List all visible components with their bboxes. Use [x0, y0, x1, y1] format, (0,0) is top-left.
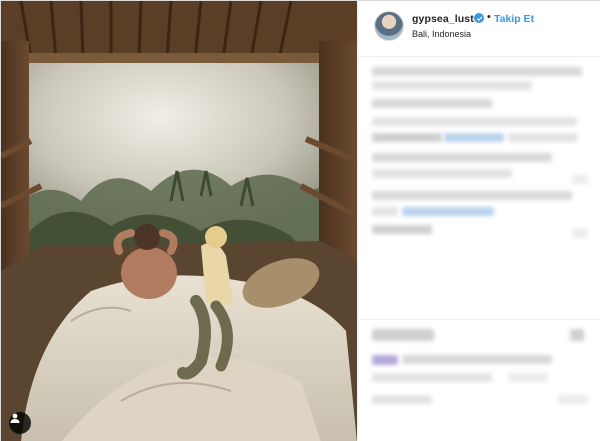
blurred-line: [372, 99, 492, 108]
separator-dot: •: [487, 11, 491, 23]
instagram-post: gypsea_lust • Takip Et Bali, Indonesia: [0, 0, 600, 441]
blurred-actions: [570, 329, 584, 341]
username-link[interactable]: gypsea_lust: [412, 13, 474, 25]
blurred-line: [558, 395, 588, 404]
blurred-line: [372, 67, 582, 76]
blurred-line: [372, 169, 512, 178]
checkmark-icon: [476, 16, 482, 21]
blurred-line: [372, 133, 442, 142]
blurred-line: [372, 153, 552, 162]
blurred-line: [372, 395, 432, 404]
blurred-line: [572, 229, 588, 238]
person-tag-icon[interactable]: [9, 412, 31, 434]
blurred-line: [372, 373, 492, 382]
post-photo[interactable]: [1, 1, 357, 441]
location-link[interactable]: Bali, Indonesia: [412, 29, 471, 39]
comments-area-blurred: [358, 57, 600, 441]
post-header: gypsea_lust • Takip Et Bali, Indonesia: [358, 1, 600, 57]
blurred-line: [372, 207, 398, 216]
blurred-line: [372, 191, 572, 200]
avatar[interactable]: [374, 11, 404, 41]
blurred-line: [572, 175, 588, 184]
blurred-line: [372, 81, 532, 90]
blurred-line: [508, 133, 578, 142]
blurred-line: [402, 355, 552, 364]
blurred-link: [444, 133, 504, 142]
photo-illustration: [1, 1, 357, 441]
person-tag-glyph: [10, 413, 20, 423]
blurred-actions: [372, 329, 434, 341]
follow-button[interactable]: Takip Et: [494, 13, 534, 25]
blurred-line: [372, 117, 577, 126]
post-sidebar: gypsea_lust • Takip Et Bali, Indonesia: [357, 1, 600, 441]
blurred-link: [402, 207, 494, 216]
blurred-line: [508, 373, 548, 382]
verified-badge-icon: [474, 13, 484, 23]
divider: [358, 319, 600, 320]
blurred-line: [372, 225, 432, 234]
blurred-avatars: [372, 355, 398, 365]
